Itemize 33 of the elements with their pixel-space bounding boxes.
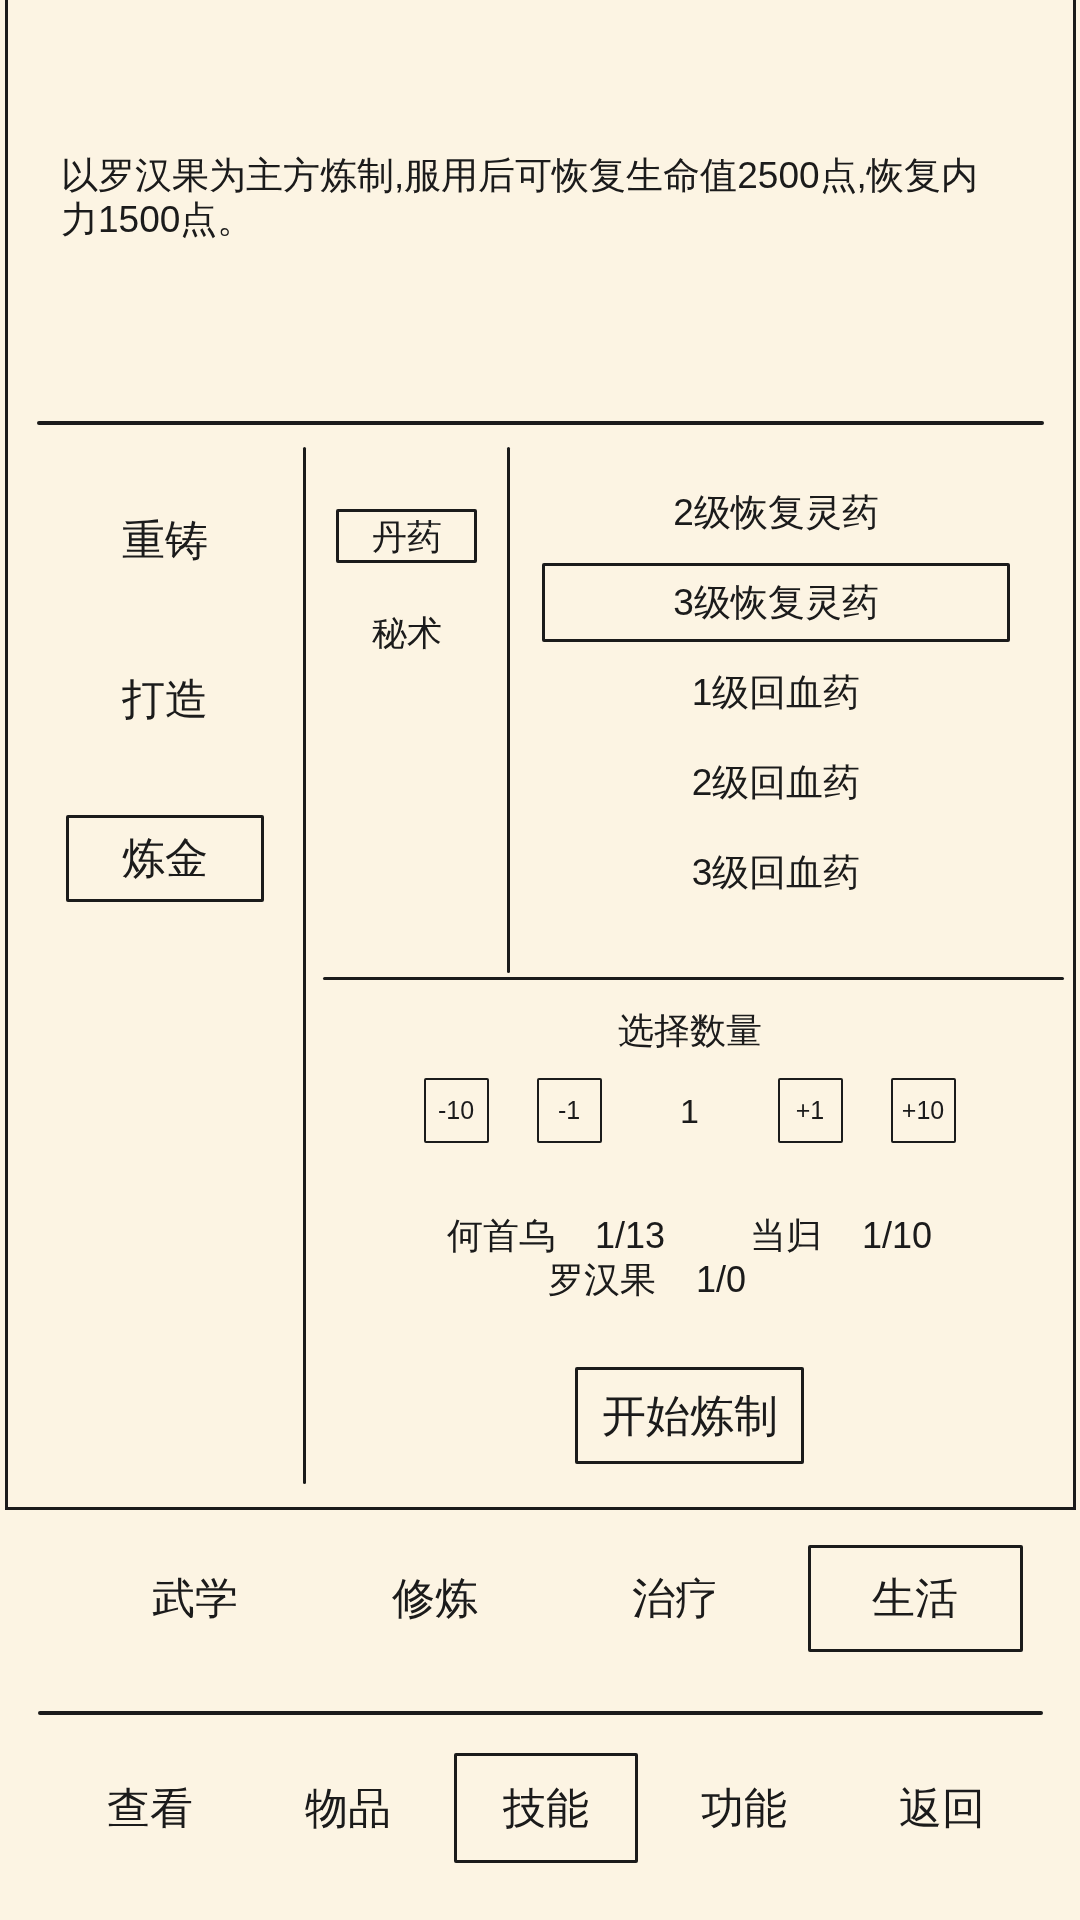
quantity-step-button[interactable]: +10 [890,1078,956,1143]
material-name: 何首乌 [446,1214,555,1258]
recipe-item[interactable]: 1级回血药 [691,674,861,711]
quantity-title: 选择数量 [617,1009,762,1053]
nav-tab[interactable]: 查看 [107,1786,193,1830]
quantity-step-button[interactable]: -1 [536,1078,602,1143]
material-count: 1/13 [594,1214,665,1258]
skill-tab[interactable]: 治疗 [632,1577,718,1620]
recipe-item[interactable]: 2级恢复灵药 [673,494,879,531]
nav-tab[interactable]: 功能 [701,1786,787,1830]
quantity-step-button[interactable]: +1 [777,1078,843,1143]
recipe-item[interactable]: 3级回血药 [691,854,861,891]
quantity-value: 1 [680,1093,699,1128]
nav-tab[interactable]: 返回 [899,1786,985,1830]
material-name: 罗汉果 [547,1258,656,1302]
recipe-item[interactable]: 2级回血药 [691,764,861,801]
nav-tab[interactable]: 技能 [454,1753,638,1863]
material-count: 1/10 [862,1214,933,1258]
skill-tab[interactable]: 生活 [807,1545,1023,1652]
skill-tab[interactable]: 修炼 [392,1577,478,1620]
craft-menu-item[interactable]: 打造 [121,678,208,721]
material-count: 1/0 [695,1258,746,1302]
category-tab[interactable]: 丹药 [336,509,477,563]
item-description: 以罗汉果为主方炼制,服用后可恢复生命值2500点,恢复内力1500点。 [61,154,979,242]
start-refining-button[interactable]: 开始炼制 [575,1367,804,1464]
quantity-step-button[interactable]: -10 [423,1078,489,1143]
skill-tab[interactable]: 武学 [152,1577,238,1620]
category-tab[interactable]: 秘术 [371,614,442,650]
nav-tab[interactable]: 物品 [305,1786,391,1830]
craft-menu-item[interactable]: 重铸 [121,519,208,562]
craft-menu-item[interactable]: 炼金 [65,815,264,902]
material-name: 当归 [750,1214,822,1258]
recipe-item[interactable]: 3级恢复灵药 [542,563,1010,642]
